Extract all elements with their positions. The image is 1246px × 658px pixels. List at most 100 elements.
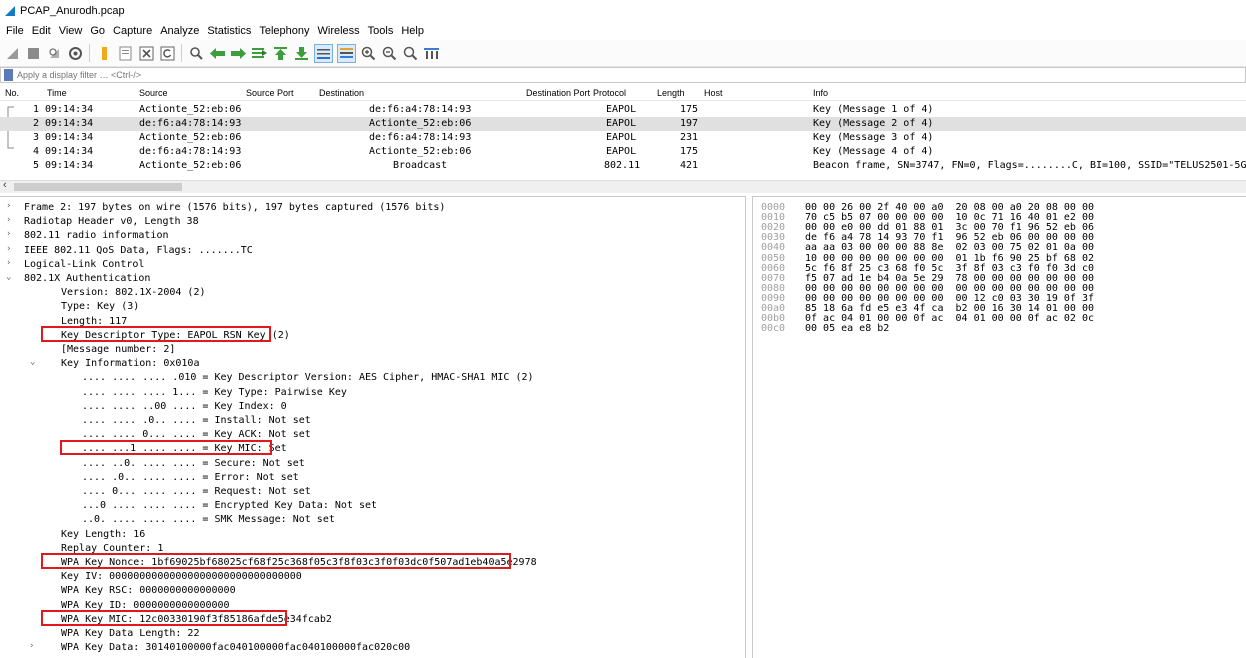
detail-field[interactable]: ..0. .... .... .... = SMK Message: Not s… [0, 513, 740, 527]
packet-bytes-pane: 0000 00 00 26 00 2f 40 00 a0 20 08 00 a0 … [752, 196, 1246, 658]
close-file-icon[interactable] [138, 45, 155, 62]
highlight-key-descriptor-type [41, 326, 271, 342]
detail-text: .... .... .... .010 = Key Descriptor Ver… [82, 372, 534, 384]
menu-go[interactable]: Go [90, 25, 105, 37]
zoom-out-icon[interactable] [381, 45, 398, 62]
column-header-no[interactable]: No. [5, 88, 19, 100]
scrollbar-thumb[interactable] [14, 183, 182, 191]
resize-columns-icon[interactable] [423, 45, 440, 62]
find-packet-icon[interactable] [188, 45, 205, 62]
detail-text: Length: 117 [61, 315, 128, 327]
packet-row[interactable]: 1 09:14:34 Actionte_52:eb:06 de:f6:a4:78… [0, 103, 1246, 117]
save-file-icon[interactable] [117, 45, 134, 62]
detail-field[interactable]: .... ..0. .... .... = Secure: Not set [0, 457, 740, 471]
column-header-protocol[interactable]: Protocol [593, 88, 626, 100]
expand-icon[interactable]: › [6, 215, 11, 225]
go-forward-icon[interactable] [230, 45, 247, 62]
main-toolbar [0, 40, 1246, 67]
detail-text: WPA Key ID: 0000000000000000 [61, 599, 230, 611]
column-header-length[interactable]: Length [657, 88, 685, 100]
last-packet-icon[interactable] [293, 45, 310, 62]
expand-icon[interactable]: › [6, 258, 11, 268]
detail-text: WPA Key RSC: 0000000000000000 [61, 585, 236, 597]
detail-field[interactable]: .... .... .0.. .... = Install: Not set [0, 414, 740, 428]
autoscroll-icon[interactable] [314, 43, 333, 63]
column-header-source-port[interactable]: Source Port [246, 88, 294, 100]
detail-field[interactable]: Type: Key (3) [0, 300, 740, 314]
column-header-info[interactable]: Info [813, 88, 828, 100]
menu-statistics[interactable]: Statistics [207, 25, 251, 37]
eapol-auth-node[interactable]: ⌄ 802.1X Authentication [0, 272, 740, 286]
radio-info-node[interactable]: › 802.11 radio information [0, 229, 740, 243]
frame-node[interactable]: › Frame 2: 197 bytes on wire (1576 bits),… [0, 201, 740, 215]
expand-icon[interactable]: › [29, 641, 34, 651]
hex-row[interactable]: 00c0 00 05 ea e8 b2 [753, 324, 1243, 334]
scroll-left-icon[interactable]: ‹ [3, 179, 7, 191]
packet-row[interactable]: 5 09:14:34 Actionte_52:eb:06 Broadcast 8… [0, 159, 1246, 173]
detail-field[interactable]: WPA Key RSC: 0000000000000000 [0, 584, 740, 598]
radiotap-node[interactable]: › Radiotap Header v0, Length 38 [0, 215, 740, 229]
detail-field[interactable]: .... .... .... 1... = Key Type: Pairwise… [0, 386, 740, 400]
menu-file[interactable]: File [6, 25, 24, 37]
packet-row-selected[interactable]: 2 09:14:34 de:f6:a4:78:14:93 Actionte_52… [0, 117, 1246, 131]
llc-node[interactable]: › Logical-Link Control [0, 258, 740, 272]
menu-view[interactable]: View [59, 25, 83, 37]
title-bar: PCAP_Anurodh.pcap [0, 0, 1246, 22]
column-header-time[interactable]: Time [47, 88, 67, 100]
detail-field[interactable]: [Message number: 2] [0, 343, 740, 357]
capture-options-icon[interactable] [67, 45, 84, 62]
menu-analyze[interactable]: Analyze [160, 25, 199, 37]
ieee80211-node[interactable]: › IEEE 802.11 QoS Data, Flags: .......TC [0, 244, 740, 258]
colorize-icon[interactable] [337, 43, 356, 63]
hex-row[interactable]: 0040 aa aa 03 00 00 00 88 8e 02 03 00 75 … [753, 243, 1243, 253]
open-file-icon[interactable] [96, 45, 113, 62]
column-header-host[interactable]: Host [704, 88, 723, 100]
detail-text: Key IV: 00000000000000000000000000000000 [61, 571, 302, 583]
expand-icon[interactable]: › [6, 201, 11, 211]
menu-capture[interactable]: Capture [113, 25, 152, 37]
menu-tools[interactable]: Tools [368, 25, 394, 37]
start-capture-icon[interactable] [4, 45, 21, 62]
menu-wireless[interactable]: Wireless [318, 25, 360, 37]
go-to-packet-icon[interactable] [251, 45, 268, 62]
menu-edit[interactable]: Edit [32, 25, 51, 37]
menu-help[interactable]: Help [401, 25, 424, 37]
detail-field[interactable]: Version: 802.1X-2004 (2) [0, 286, 740, 300]
detail-field[interactable]: .... 0... .... .... = Request: Not set [0, 485, 740, 499]
detail-field[interactable]: Key IV: 00000000000000000000000000000000 [0, 570, 740, 584]
reload-file-icon[interactable] [159, 45, 176, 62]
detail-text: ..0. .... .... .... = SMK Message: Not s… [82, 514, 335, 526]
detail-text: ...0 .... .... .... = Encrypted Key Data… [82, 500, 378, 512]
stop-capture-icon[interactable] [25, 45, 42, 62]
restart-capture-icon[interactable] [46, 45, 63, 62]
display-filter-input[interactable] [17, 68, 617, 82]
detail-field[interactable]: ⌄ Key Information: 0x010a [0, 357, 740, 371]
expand-icon[interactable]: › [6, 229, 11, 239]
collapse-icon[interactable]: ⌄ [30, 357, 35, 367]
zoom-in-icon[interactable] [360, 45, 377, 62]
go-back-icon[interactable] [209, 45, 226, 62]
detail-text: Version: 802.1X-2004 (2) [61, 287, 206, 299]
detail-field[interactable]: .... .... .... .010 = Key Descriptor Ver… [0, 371, 740, 385]
column-header-source[interactable]: Source [139, 88, 168, 100]
first-packet-icon[interactable] [272, 45, 289, 62]
detail-field[interactable]: .... .... ..00 .... = Key Index: 0 [0, 400, 740, 414]
horizontal-scrollbar[interactable]: ‹ [0, 179, 1246, 193]
detail-field[interactable]: Key Length: 16 [0, 528, 740, 542]
expand-icon[interactable]: › [6, 244, 11, 254]
packet-row[interactable]: 3 09:14:34 Actionte_52:eb:06 de:f6:a4:78… [0, 131, 1246, 145]
detail-text: WPA Key Data: 30140100000fac040100000fac… [61, 642, 411, 654]
bookmark-icon[interactable] [4, 69, 13, 81]
hex-offset: 0040 [761, 242, 786, 254]
menu-telephony[interactable]: Telephony [259, 25, 309, 37]
collapse-icon[interactable]: ⌄ [6, 272, 11, 282]
detail-field[interactable]: .... .0.. .... .... = Error: Not set [0, 471, 740, 485]
hex-row[interactable]: 0050 10 00 00 00 00 00 00 00 01 1b f6 90 … [753, 253, 1243, 264]
detail-field[interactable]: › WPA Key Data: 30140100000fac040100000fa… [0, 641, 740, 655]
detail-field[interactable]: ...0 .... .... .... = Encrypted Key Data… [0, 499, 740, 513]
detail-field[interactable]: WPA Key Data Length: 22 [0, 627, 740, 641]
normal-size-icon[interactable] [402, 45, 419, 62]
column-header-destination-port[interactable]: Destination Port [526, 88, 590, 100]
packet-row[interactable]: 4 09:14:34 de:f6:a4:78:14:93 Actionte_52… [0, 145, 1246, 159]
column-header-destination[interactable]: Destination [319, 88, 364, 100]
